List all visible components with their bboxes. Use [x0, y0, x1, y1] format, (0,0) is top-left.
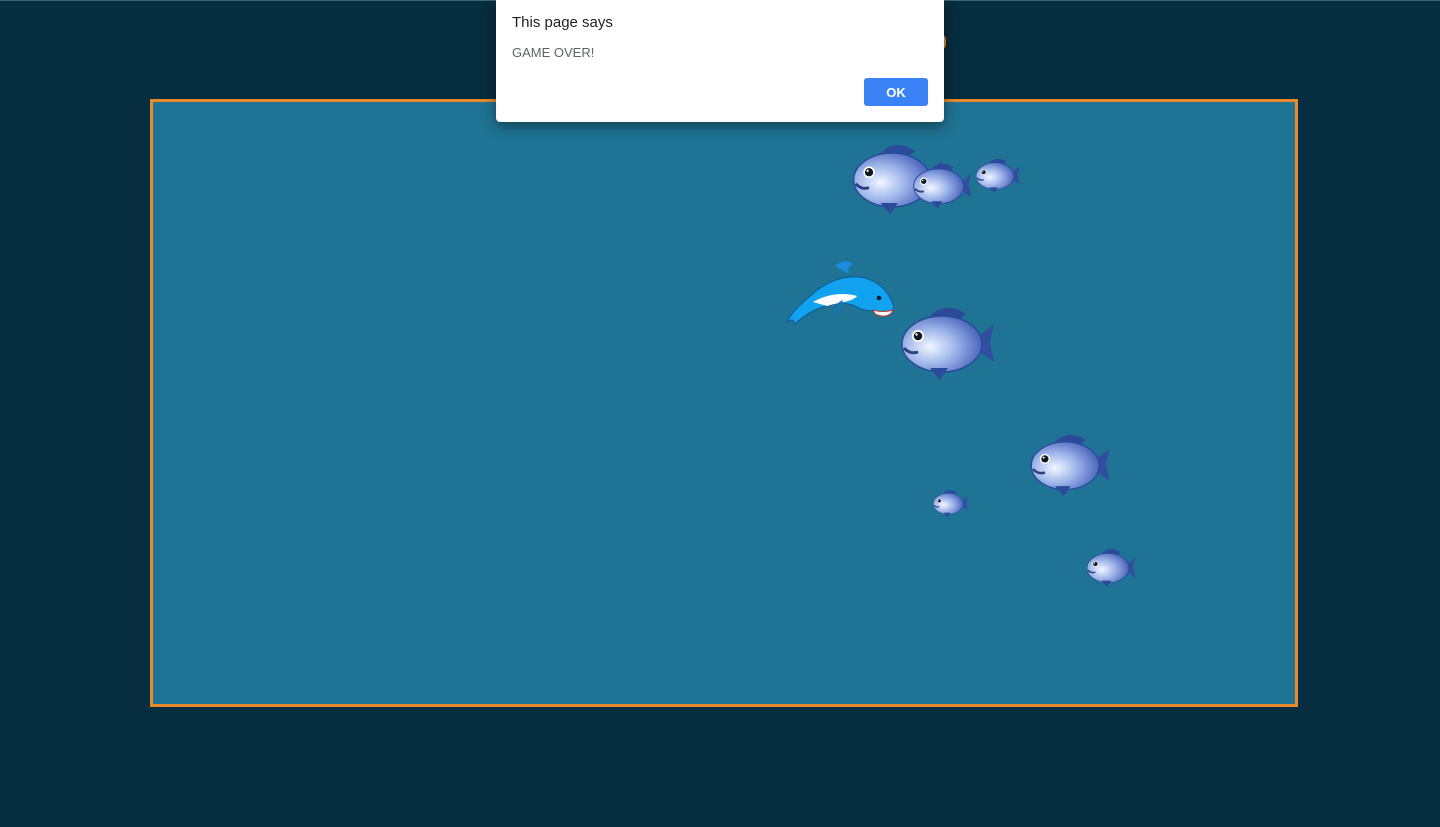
fish-icon	[892, 302, 996, 382]
fish-icon	[907, 160, 973, 210]
fish-icon	[930, 488, 968, 518]
fish-icon	[1023, 430, 1111, 498]
ok-button[interactable]: OK	[864, 78, 928, 106]
dolphin-icon	[785, 261, 894, 325]
game-page: This page says GAME OVER! OK	[0, 0, 1440, 827]
dialog-title: This page says	[512, 14, 613, 31]
alert-dialog: This page says GAME OVER! OK	[496, 0, 944, 122]
fish-icon	[971, 156, 1021, 194]
dialog-message: GAME OVER!	[512, 45, 595, 60]
game-board[interactable]	[150, 99, 1298, 707]
fish-icon	[1082, 546, 1136, 588]
